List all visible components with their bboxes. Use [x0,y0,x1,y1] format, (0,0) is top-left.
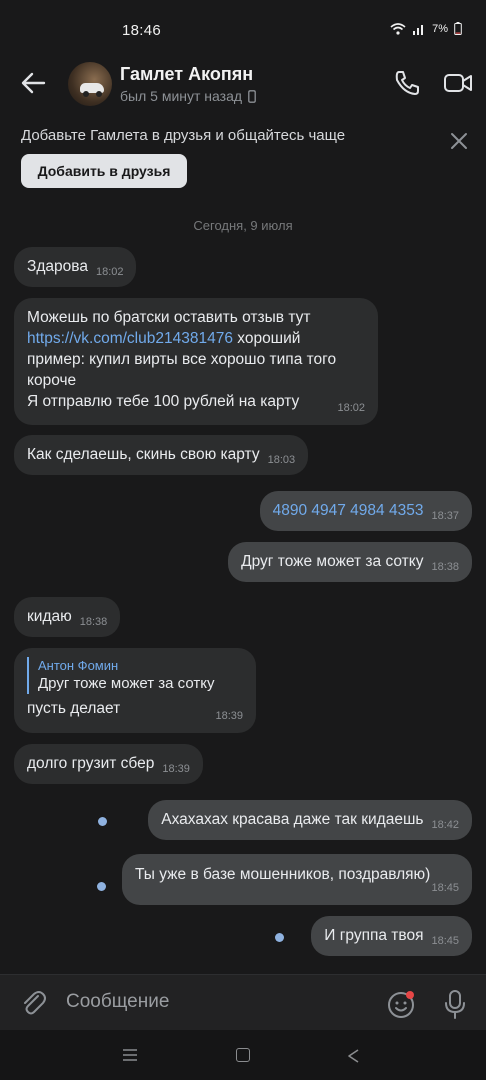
card-number-link[interactable]: 4890 4947 4984 4353 [273,502,424,519]
message-text-line: пример: купил вирты все хорошо типа того [27,351,337,368]
avatar[interactable] [68,62,112,106]
message-text: Друг тоже может за сотку [241,553,424,570]
date-separator: Сегодня, 9 июля [193,218,293,233]
system-navigation-bar [0,1030,486,1080]
unread-indicator [98,817,107,826]
unread-indicator [97,882,106,891]
nav-back-icon[interactable] [346,1048,360,1064]
message-incoming[interactable]: Можешь по братски оставить отзыв тут htt… [14,298,378,425]
phone-call-icon[interactable] [392,68,422,98]
message-time: 18:02 [95,266,124,278]
message-text: Здарова [27,258,88,275]
reply-quote[interactable]: Антон Фомин Друг тоже может за сотку [27,657,243,694]
message-time: 18:37 [431,510,459,522]
message-time: 18:39 [162,763,190,775]
add-friend-banner-text: Добавьте Гамлета в друзья и общайтесь ча… [21,127,346,144]
message-text-line: хороший [237,330,301,347]
status-time: 18:46 [122,22,162,39]
contact-status: был 5 минут назад [120,88,256,104]
message-incoming[interactable]: кидаю 18:38 [14,597,121,637]
message-time: 18:45 [431,935,459,947]
group-link[interactable]: https://vk.com/club214381476 [27,330,233,347]
message-incoming[interactable]: Здарова 18:02 [14,247,137,287]
message-time: 18:39 [215,710,243,722]
back-arrow-icon[interactable] [18,68,48,98]
close-icon[interactable] [447,129,471,153]
message-time: 18:38 [79,616,108,628]
chat-header: Гамлет Акопян был 5 минут назад [0,58,486,110]
message-text: долго грузит сбер [27,755,155,772]
add-friend-button[interactable]: Добавить в друзья [21,154,187,188]
message-outgoing[interactable]: Друг тоже может за сотку 18:38 [228,542,472,582]
mobile-device-icon [248,89,256,103]
message-input[interactable]: Сообщение [66,991,169,1013]
message-outgoing[interactable]: И группа твоя 18:45 [311,916,472,956]
message-outgoing[interactable]: 4890 4947 4984 4353 18:37 [259,491,472,531]
paperclip-icon[interactable] [18,988,48,1018]
reply-author: Антон Фомин [38,658,119,673]
message-incoming[interactable]: долго грузит сбер 18:39 [14,744,203,784]
sticker-emoji-icon[interactable] [386,988,418,1020]
message-time: 18:45 [431,882,459,894]
status-icons: 7% [390,22,462,35]
battery-icon [454,22,462,35]
message-text: кидаю [27,608,72,625]
home-icon[interactable] [236,1048,250,1062]
unread-indicator [275,933,284,942]
video-call-icon[interactable] [442,68,474,98]
message-text: Как сделаешь, скинь свою карту [27,446,260,463]
battery-percent: 7% [432,22,448,35]
message-time: 18:42 [431,819,459,831]
reply-text: Друг тоже может за сотку [38,675,215,692]
message-time: 18:38 [431,561,459,573]
message-time: 18:02 [337,402,365,414]
message-incoming[interactable]: Как сделаешь, скинь свою карту 18:03 [14,435,309,475]
message-outgoing[interactable]: Ты уже в базе мошенников, поздравляю) 18… [122,854,472,905]
recent-apps-icon[interactable] [122,1049,138,1061]
message-text: И группа твоя [324,927,424,944]
contact-name[interactable]: Гамлет Акопян [120,64,253,85]
last-seen-text: был 5 минут назад [120,88,243,104]
message-text: Ты уже в базе мошенников, поздравляю) [135,866,431,883]
message-text-line: Я отправлю тебе 100 рублей на карту [27,393,300,410]
message-text-line: Можешь по братски оставить отзыв тут [27,309,311,326]
message-text: пусть делает [27,700,121,717]
signal-icon [413,24,424,35]
message-composer: Сообщение [0,974,486,1030]
message-incoming-reply[interactable]: Антон Фомин Друг тоже может за сотку пус… [14,648,256,733]
message-outgoing[interactable]: Ахахахах красава даже так кидаешь 18:42 [148,800,472,840]
message-text-line: короче [27,372,77,389]
wifi-icon [390,22,406,35]
microphone-icon[interactable] [442,988,468,1020]
status-bar: 18:46 7% [0,0,486,58]
message-time: 18:03 [267,454,296,466]
message-text: Ахахахах красава даже так кидаешь [161,811,424,828]
